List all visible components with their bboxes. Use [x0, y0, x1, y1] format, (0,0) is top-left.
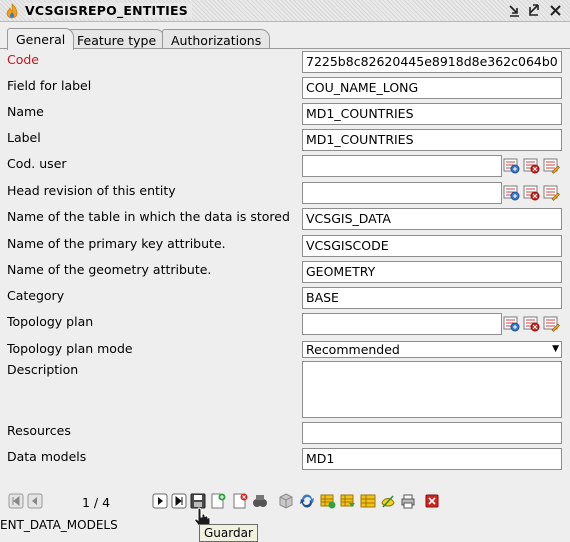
related-table-label: ENT_DATA_MODELS [0, 518, 118, 532]
code-field[interactable]: 7225b8c82620445e8918d8e362c064b0 [302, 51, 562, 73]
tab-strip: General Feature type Authorizations [0, 28, 570, 50]
previous-record-icon[interactable] [27, 493, 43, 509]
field-for-label-label: Field for label [7, 78, 92, 93]
print-icon[interactable] [400, 493, 416, 509]
last-record-icon[interactable] [171, 493, 187, 509]
app-flame-icon [6, 3, 18, 19]
clear-record-icon[interactable] [523, 157, 540, 174]
next-record-icon[interactable] [152, 493, 168, 509]
close-form-icon[interactable] [424, 493, 440, 509]
resources-label: Resources [7, 423, 71, 438]
category-field[interactable]: BASE [302, 287, 562, 309]
save-tooltip: Guardar [199, 524, 258, 542]
head-revision-label: Head revision of this entity [7, 183, 176, 198]
resources-field[interactable] [302, 422, 562, 444]
topology-plan-mode-label: Topology plan mode [7, 341, 133, 356]
record-pager: 1 / 4 [82, 495, 111, 510]
code-label: Code [7, 52, 40, 67]
edit-record-icon[interactable] [543, 315, 560, 332]
name-field[interactable]: MD1_COUNTRIES [302, 103, 562, 125]
navigation-toolbar: 1 / 4 [0, 490, 570, 514]
geometry-attr-field[interactable]: GEOMETRY [302, 261, 562, 283]
general-form: Code 7225b8c82620445e8918d8e362c064b0 Fi… [0, 49, 570, 479]
chevron-down-icon: ▼ [552, 344, 559, 354]
primary-key-label: Name of the primary key attribute. [7, 236, 226, 251]
category-label: Category [7, 288, 65, 303]
maximize-icon[interactable] [527, 3, 542, 18]
tab-authorizations[interactable]: Authorizations [162, 29, 271, 49]
cod-user-label: Cod. user [7, 156, 67, 171]
close-icon[interactable] [548, 3, 563, 18]
filter-icon[interactable] [340, 493, 356, 509]
clear-record-icon[interactable] [523, 315, 540, 332]
name-label: Name [7, 104, 44, 119]
description-label: Description [7, 362, 79, 377]
tab-general[interactable]: General [7, 28, 75, 50]
first-record-icon[interactable] [8, 493, 24, 509]
edit-record-icon[interactable] [543, 157, 560, 174]
title-bar: VCSGISREPO_ENTITIES [0, 0, 570, 22]
minimize-icon[interactable] [507, 3, 522, 18]
topology-plan-field[interactable] [302, 313, 502, 335]
refresh-icon[interactable] [299, 493, 315, 509]
table-view-icon[interactable] [360, 493, 376, 509]
data-models-label: Data models [7, 449, 87, 464]
topology-plan-mode-value: Recommended [306, 342, 400, 357]
filter-add-icon[interactable] [320, 493, 336, 509]
edit-record-icon[interactable] [543, 184, 560, 201]
topology-plan-mode-select[interactable]: Recommended ▼ [302, 341, 562, 358]
table-name-field[interactable]: VCSGIS_DATA [302, 208, 562, 230]
search-record-icon[interactable] [252, 493, 268, 509]
select-record-icon[interactable] [503, 157, 520, 174]
select-record-icon[interactable] [503, 184, 520, 201]
tab-feature-type[interactable]: Feature type [68, 29, 166, 49]
cube-icon[interactable] [278, 493, 294, 509]
clear-record-icon[interactable] [523, 184, 540, 201]
topology-plan-label: Topology plan [7, 314, 94, 329]
head-revision-field[interactable] [302, 182, 502, 204]
geometry-attr-label: Name of the geometry attribute. [7, 262, 212, 277]
table-name-label: Name of the table in which the data is s… [7, 209, 290, 224]
primary-key-field[interactable]: VCSGISCODE [302, 235, 562, 257]
label-field[interactable]: MD1_COUNTRIES [302, 129, 562, 151]
data-models-field[interactable]: MD1 [302, 448, 562, 470]
description-field[interactable] [302, 361, 562, 418]
cod-user-field[interactable] [302, 155, 502, 177]
window-title: VCSGISREPO_ENTITIES [25, 3, 192, 18]
delete-record-icon[interactable] [232, 493, 248, 509]
field-for-label-field[interactable]: COU_NAME_LONG [302, 77, 562, 99]
select-record-icon[interactable] [503, 315, 520, 332]
label-label: Label [7, 130, 41, 145]
highlight-icon[interactable] [380, 493, 396, 509]
